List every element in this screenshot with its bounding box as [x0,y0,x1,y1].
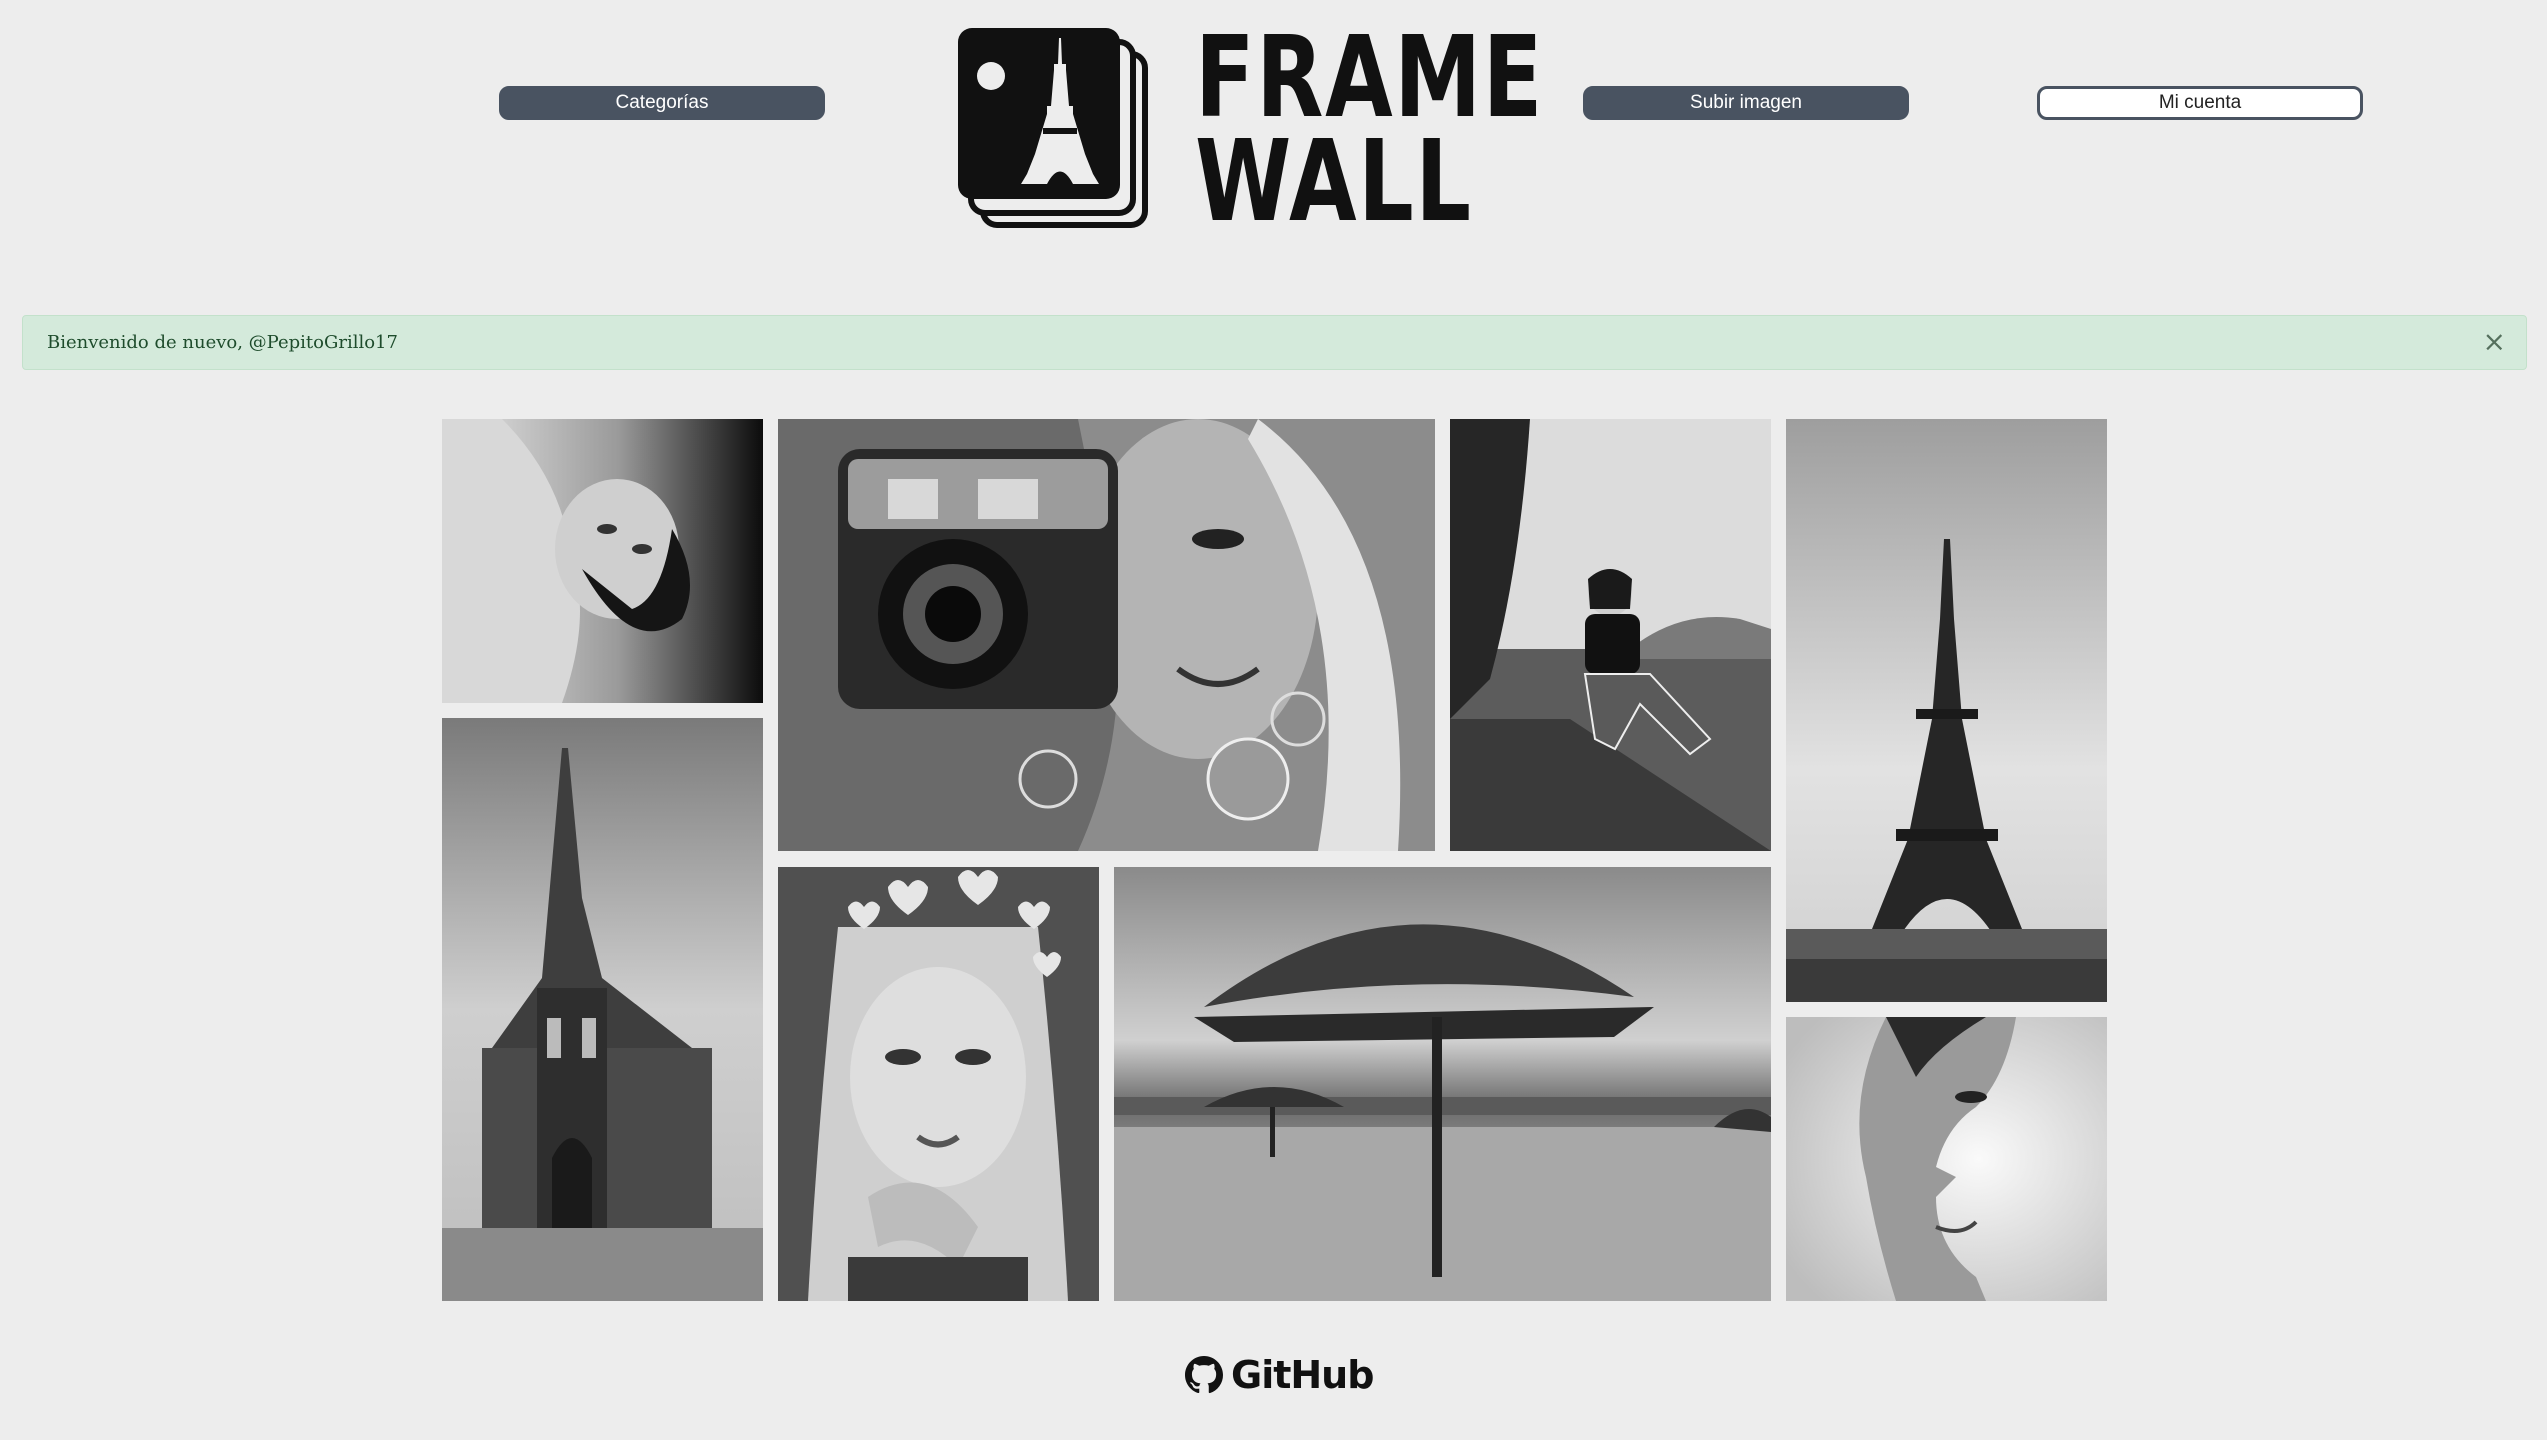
github-link[interactable]: GitHub [1185,1352,1374,1398]
alert-message: Bienvenido de nuevo, @PepitoGrillo17 [47,332,398,353]
logo-eiffel-icon [958,28,1148,228]
categories-button[interactable]: Categorías [499,86,825,120]
framewall-logo[interactable]: FRAME WALL [955,22,1542,238]
photo-woman-lying-portrait[interactable] [442,419,763,703]
welcome-alert: Bienvenido de nuevo, @PepitoGrillo17 × [22,315,2527,370]
upload-image-button[interactable]: Subir imagen [1583,86,1909,120]
github-icon [1185,1356,1223,1394]
photo-girl-hearts-selfie[interactable] [778,867,1099,1301]
github-label: GitHub [1231,1353,1374,1397]
photo-eiffel-tower[interactable] [1786,419,2107,1002]
photo-face-illusion[interactable] [1786,1017,2107,1301]
photo-camera-mural[interactable] [778,419,1435,851]
photo-girl-sitting-park[interactable] [1450,419,1771,851]
my-account-button[interactable]: Mi cuenta [2037,86,2363,120]
photo-gothic-church[interactable] [442,718,763,1301]
close-icon[interactable]: × [2483,328,2506,356]
photo-beach-umbrella[interactable] [1114,867,1771,1301]
logo-wordmark: FRAME WALL [1195,13,1544,247]
